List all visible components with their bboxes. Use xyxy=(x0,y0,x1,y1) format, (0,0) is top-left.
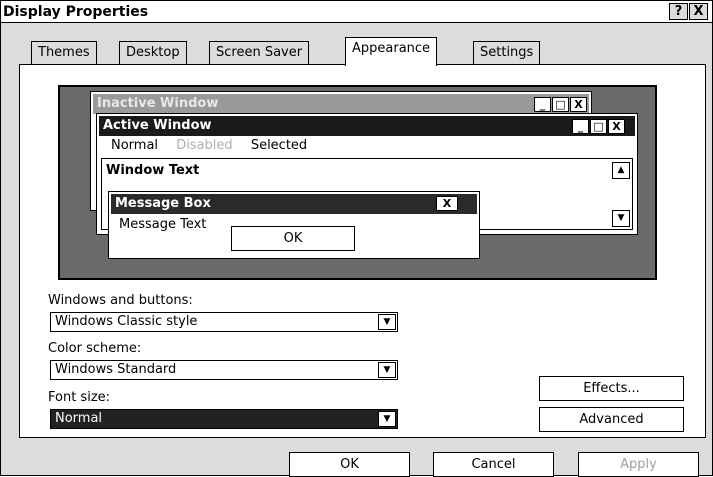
scroll-up-icon: ▲ xyxy=(612,162,630,179)
chevron-down-icon[interactable]: ▼ xyxy=(378,314,396,330)
close-icon: X xyxy=(608,119,625,134)
menu-disabled: Disabled xyxy=(176,138,233,153)
message-box-title: Message Box xyxy=(115,196,211,211)
menu-normal: Normal xyxy=(111,138,159,153)
message-box-text: Message Text xyxy=(119,217,207,232)
font-size-select[interactable]: Normal ▼ xyxy=(50,409,398,429)
color-scheme-label: Color scheme: xyxy=(48,341,142,356)
close-icon: X xyxy=(436,196,458,211)
advanced-button[interactable]: Advanced xyxy=(539,407,684,432)
tab-desktop[interactable]: Desktop xyxy=(119,41,187,65)
menu-selected: Selected xyxy=(250,138,308,153)
preview-window-text: Window Text xyxy=(106,163,200,178)
scroll-down-icon: ▼ xyxy=(612,210,630,227)
cancel-button[interactable]: Cancel xyxy=(433,452,554,477)
appearance-panel: Inactive Window _ □ X Active Window _ □ X No… xyxy=(19,64,706,438)
display-properties-window: Display Properties ? X Themes Desktop Sc… xyxy=(0,0,713,477)
preview-message-box: Message Box X Message Text OK xyxy=(108,191,480,259)
minimize-icon: _ xyxy=(572,119,589,134)
font-size-label: Font size: xyxy=(48,390,111,405)
windows-buttons-value: Windows Classic style xyxy=(55,314,198,329)
color-scheme-value: Windows Standard xyxy=(55,362,177,377)
chevron-down-icon[interactable]: ▼ xyxy=(378,411,396,427)
tab-themes[interactable]: Themes xyxy=(31,41,97,65)
apply-button[interactable]: Apply xyxy=(578,452,699,477)
close-button[interactable]: X xyxy=(689,3,708,20)
inactive-title-bar: Inactive Window _ □ X xyxy=(93,94,589,114)
minimize-icon: _ xyxy=(534,97,551,112)
ok-button[interactable]: OK xyxy=(289,452,410,477)
windows-buttons-label: Windows and buttons: xyxy=(48,293,193,308)
appearance-preview: Inactive Window _ □ X Active Window _ □ X No… xyxy=(58,85,657,280)
effects-button[interactable]: Effects... xyxy=(539,376,684,401)
message-box-caption-buttons: X xyxy=(435,196,458,216)
font-size-value: Normal xyxy=(55,411,103,426)
tab-screen-saver[interactable]: Screen Saver xyxy=(209,41,310,65)
active-caption-buttons: _ □ X xyxy=(571,119,625,139)
tab-appearance[interactable]: Appearance xyxy=(345,37,438,66)
tab-settings[interactable]: Settings xyxy=(473,41,541,65)
message-box-title-bar: Message Box X xyxy=(111,194,477,214)
color-scheme-select[interactable]: Windows Standard ▼ xyxy=(50,360,398,380)
window-title: Display Properties xyxy=(3,4,149,20)
title-bar: Display Properties ? X xyxy=(1,1,712,23)
inactive-title: Inactive Window xyxy=(97,96,219,111)
maximize-icon: □ xyxy=(552,97,569,112)
close-icon: X xyxy=(570,97,587,112)
maximize-icon: □ xyxy=(590,119,607,134)
message-box-ok-button: OK xyxy=(231,226,355,251)
preview-menu-bar: Normal Disabled Selected xyxy=(111,138,321,153)
chevron-down-icon[interactable]: ▼ xyxy=(378,362,396,378)
active-title-bar: Active Window _ □ X xyxy=(99,116,635,136)
windows-buttons-select[interactable]: Windows Classic style ▼ xyxy=(50,312,398,332)
active-title: Active Window xyxy=(103,118,212,133)
help-button[interactable]: ? xyxy=(669,3,688,20)
